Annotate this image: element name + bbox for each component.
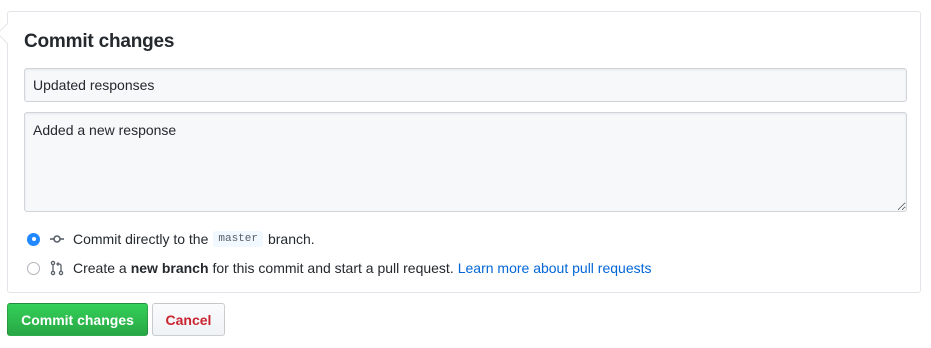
new-branch-option[interactable]: Create a new branch for this commit and … <box>27 258 652 278</box>
commit-changes-button[interactable]: Commit changes <box>7 303 148 336</box>
branch-text-after: for this commit and start a pull request… <box>212 260 454 276</box>
direct-text-before: Commit directly to the <box>73 231 209 247</box>
commit-summary-input[interactable] <box>24 68 907 102</box>
new-branch-radio[interactable] <box>27 261 40 275</box>
branch-text-before: Create a <box>73 260 127 276</box>
commit-direct-option[interactable]: Commit directly to the master branch. <box>27 229 315 249</box>
commit-description-textarea[interactable]: Added a new response <box>24 112 907 212</box>
branch-name-chip: master <box>213 231 263 247</box>
direct-text-after: branch. <box>267 231 315 247</box>
new-branch-bold-text: new branch <box>130 260 209 276</box>
commit-form-panel: Commit changes Added a new response Comm… <box>0 11 921 293</box>
git-commit-icon <box>50 235 64 243</box>
form-title: Commit changes <box>24 31 175 52</box>
panel-pointer <box>0 22 19 45</box>
git-pull-request-icon <box>50 260 64 276</box>
commit-direct-radio[interactable] <box>27 232 40 246</box>
cancel-button[interactable]: Cancel <box>152 303 225 336</box>
learn-more-pull-requests-link[interactable]: Learn more about pull requests <box>458 260 652 276</box>
